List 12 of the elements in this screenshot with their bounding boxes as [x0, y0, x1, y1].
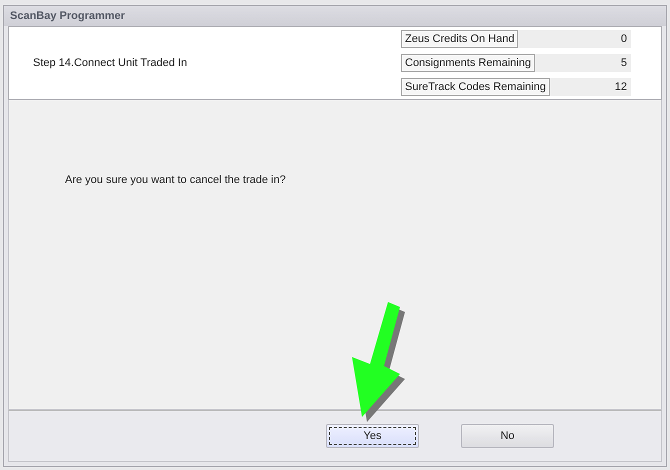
counter-value: 12 — [614, 80, 628, 95]
counter-label: Consignments Remaining — [401, 54, 535, 72]
counter-label: SureTrack Codes Remaining — [401, 78, 550, 96]
counter-value: 5 — [620, 56, 628, 71]
arrow-icon — [350, 302, 406, 422]
counter-label: Zeus Credits On Hand — [401, 30, 518, 48]
dialog-button[interactable]: No — [461, 424, 554, 448]
confirm-message: Are you sure you want to cancel the trade in? — [65, 174, 286, 186]
window-title: ScanBay Programmer — [4, 6, 666, 26]
dialog-button[interactable]: Yes — [326, 424, 419, 448]
counter-value: 0 — [620, 32, 628, 47]
step-label: Step 14.Connect Unit Traded In — [33, 57, 188, 69]
